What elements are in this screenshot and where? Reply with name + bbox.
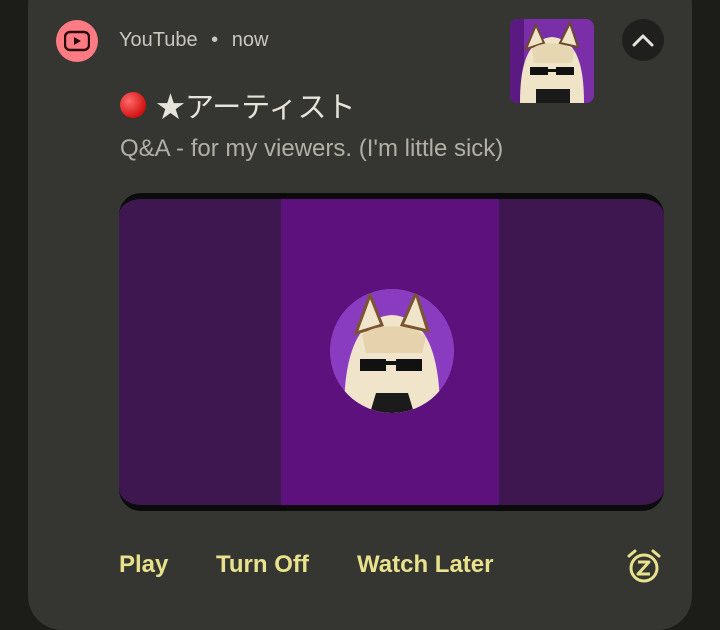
channel-avatar [330,289,454,413]
notification-subtitle: Q&A - for my viewers. (I'm little sick) [120,135,504,162]
turn-off-button[interactable]: Turn Off [216,551,309,579]
app-name: YouTube [119,29,198,51]
play-button[interactable]: Play [119,551,168,579]
notification-header: YouTube • now [119,29,268,52]
notification-title-row: ★アーティスト [120,84,356,126]
channel-thumbnail [510,19,594,103]
red-circle-icon [120,92,146,118]
header-separator: • [211,29,219,51]
snooze-alarm-icon [627,549,661,583]
expand-button[interactable] [622,19,664,61]
watch-later-button[interactable]: Watch Later [357,551,493,579]
notification-title: ★アーティスト [156,92,356,124]
chevron-up-icon [632,34,654,47]
youtube-app-icon [56,20,98,62]
action-bar: Play Turn Off Watch Later [0,551,720,583]
notification-time: now [231,29,269,51]
snooze-button[interactable] [625,547,663,585]
